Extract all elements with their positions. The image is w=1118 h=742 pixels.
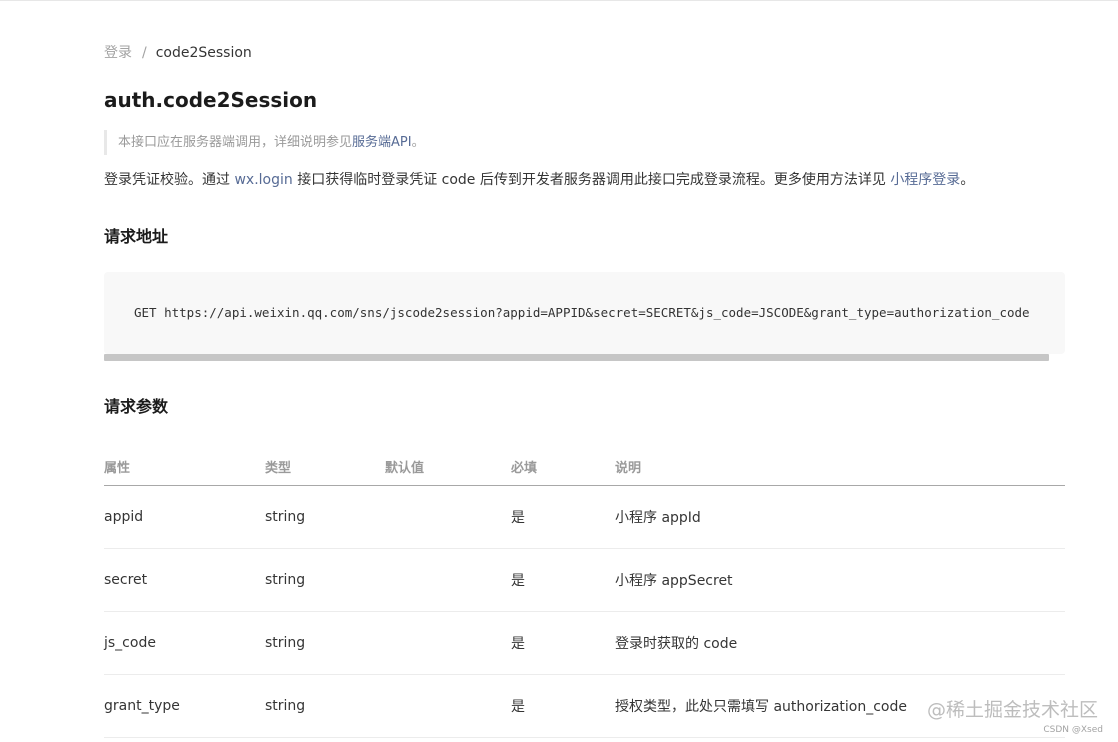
server-api-link[interactable]: 服务端API bbox=[352, 135, 412, 150]
doc-page: 登录 / code2Session auth.code2Session 本接口应在服… bbox=[0, 0, 1118, 742]
table-row: secret string 是 小程序 appSecret bbox=[104, 548, 1065, 612]
cell-type: string bbox=[265, 485, 385, 549]
request-url-heading: 请求地址 bbox=[104, 227, 169, 246]
intro-text-1: 登录凭证校验。通过 bbox=[104, 172, 235, 188]
code-horizontal-scrollbar[interactable] bbox=[104, 354, 1049, 361]
intro-text-3: 。 bbox=[960, 172, 975, 188]
watermark-sub-text: CSDN @Xsed bbox=[1043, 725, 1103, 735]
cell-prop: appid bbox=[104, 485, 265, 549]
cell-desc: 小程序 appSecret bbox=[615, 548, 1065, 612]
header-type: 类型 bbox=[265, 447, 385, 486]
cell-desc: 小程序 appId bbox=[615, 485, 1065, 549]
miniprogram-login-link[interactable]: 小程序登录 bbox=[890, 172, 960, 188]
breadcrumb-root-link[interactable]: 登录 bbox=[104, 45, 132, 61]
breadcrumb-current: code2Session bbox=[155, 45, 252, 61]
request-params-table: 属性 类型 默认值 必填 说明 appid string 是 小程序 appId… bbox=[104, 447, 1065, 738]
cell-prop: secret bbox=[104, 548, 265, 612]
table-header-row: 属性 类型 默认值 必填 说明 bbox=[104, 447, 1065, 486]
notice-prefix: 本接口应在服务器端调用，详细说明参见 bbox=[118, 135, 353, 150]
cell-default bbox=[385, 485, 511, 549]
cell-desc: 登录时获取的 code bbox=[615, 611, 1065, 675]
table-row: grant_type string 是 授权类型，此处只需填写 authoriz… bbox=[104, 674, 1065, 738]
cell-default bbox=[385, 611, 511, 675]
header-desc: 说明 bbox=[615, 447, 1065, 486]
intro-text-2: 接口获得临时登录凭证 code 后传到开发者服务器调用此接口完成登录流程。更多使… bbox=[292, 172, 891, 188]
request-url-code-block: GET https://api.weixin.qq.com/sns/jscode… bbox=[104, 272, 1065, 354]
cell-type: string bbox=[265, 611, 385, 675]
intro-paragraph: 登录凭证校验。通过 wx.login 接口获得临时登录凭证 code 后传到开发… bbox=[104, 170, 974, 190]
cell-required: 是 bbox=[511, 548, 615, 612]
header-prop: 属性 bbox=[104, 447, 265, 486]
breadcrumb-separator: / bbox=[142, 45, 147, 61]
cell-required: 是 bbox=[511, 611, 615, 675]
header-required: 必填 bbox=[511, 447, 615, 486]
table-row: appid string 是 小程序 appId bbox=[104, 485, 1065, 549]
request-url-code: GET https://api.weixin.qq.com/sns/jscode… bbox=[134, 305, 1030, 320]
table-row: js_code string 是 登录时获取的 code bbox=[104, 611, 1065, 675]
cell-required: 是 bbox=[511, 485, 615, 549]
header-default: 默认值 bbox=[385, 447, 511, 486]
notice-suffix: 。 bbox=[411, 135, 425, 150]
page-title: auth.code2Session bbox=[104, 88, 318, 112]
wx-login-link[interactable]: wx.login bbox=[234, 172, 292, 188]
cell-type: string bbox=[265, 674, 385, 738]
cell-default bbox=[385, 548, 511, 612]
cell-default bbox=[385, 674, 511, 738]
request-params-heading: 请求参数 bbox=[104, 397, 169, 416]
breadcrumb: 登录 / code2Session bbox=[104, 43, 252, 63]
top-border bbox=[0, 0, 1118, 1]
watermark-text: @稀土掘金技术社区 bbox=[926, 699, 1098, 721]
cell-prop: grant_type bbox=[104, 674, 265, 738]
cell-required: 是 bbox=[511, 674, 615, 738]
cell-prop: js_code bbox=[104, 611, 265, 675]
cell-type: string bbox=[265, 548, 385, 612]
server-side-notice: 本接口应在服务器端调用，详细说明参见服务端API。 bbox=[104, 130, 425, 155]
